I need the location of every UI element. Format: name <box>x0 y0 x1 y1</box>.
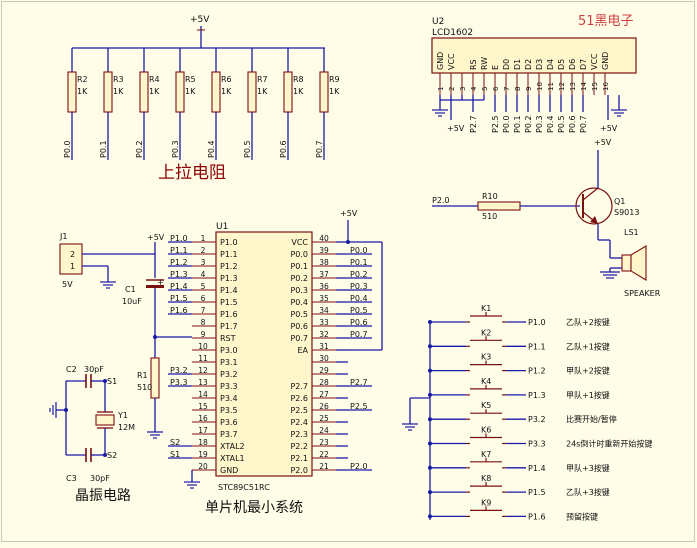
schematic-canvas: +5V R2 1K P0.0 R3 1K P0.1 R4 1K P0.2 R5 1K P0.3 R6 1K… <box>0 0 697 544</box>
sheet-border <box>1 1 695 542</box>
